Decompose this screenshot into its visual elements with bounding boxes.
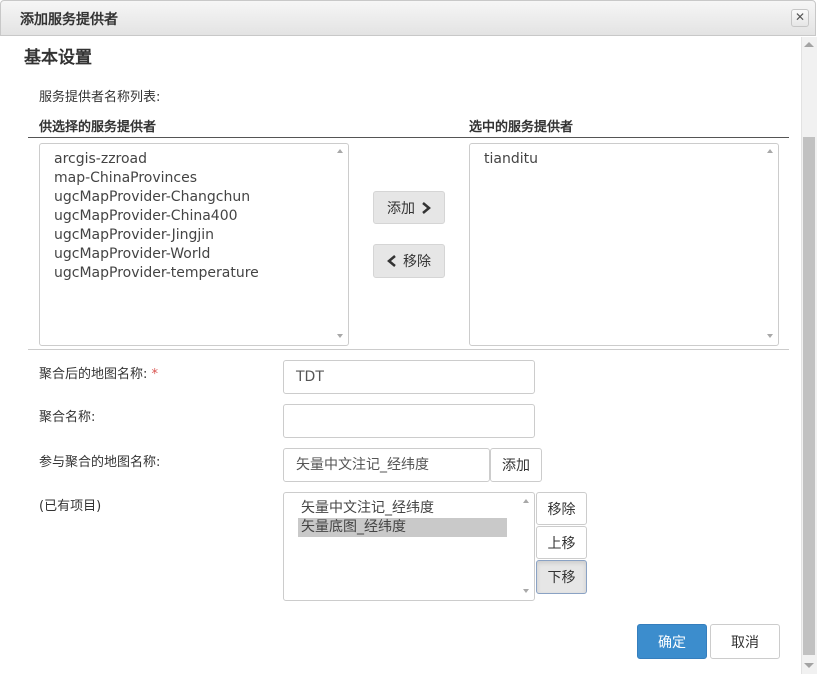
participating-map-input[interactable]: 矢量中文注记_经纬度	[283, 448, 490, 482]
list-scroll-up-icon[interactable]	[767, 149, 773, 153]
selected-providers-list[interactable]	[469, 143, 779, 346]
remove-provider-button[interactable]: 移除	[373, 244, 445, 278]
close-button[interactable]: ✕	[791, 9, 809, 27]
list-item[interactable]: map-ChinaProvinces	[54, 169, 259, 188]
divider	[28, 349, 789, 350]
add-provider-label: 添加	[387, 200, 415, 217]
list-item[interactable]: arcgis-zzroad	[54, 150, 259, 169]
list-scroll-up-icon[interactable]	[337, 149, 343, 153]
scroll-down-arrow-icon[interactable]	[804, 663, 814, 668]
move-down-button[interactable]: 下移	[536, 560, 587, 594]
available-providers-header: 供选择的服务提供者	[39, 120, 157, 135]
required-mark: *	[151, 367, 159, 382]
list-scroll-down-icon[interactable]	[337, 334, 343, 338]
chevron-left-icon	[387, 255, 396, 267]
confirm-button[interactable]: 确定	[637, 624, 707, 659]
scroll-up-arrow-icon[interactable]	[804, 42, 814, 47]
aggregated-map-name-input[interactable]: TDT	[283, 360, 535, 394]
provider-list-caption: 服务提供者名称列表:	[39, 90, 161, 105]
section-title: 基本设置	[24, 48, 92, 68]
cancel-button[interactable]: 取消	[710, 624, 780, 659]
add-map-button[interactable]: 添加	[490, 448, 542, 482]
list-item[interactable]: ugcMapProvider-World	[54, 245, 259, 264]
remove-provider-label: 移除	[403, 254, 431, 270]
selected-providers-header: 选中的服务提供者	[469, 120, 574, 135]
list-item[interactable]: ugcMapProvider-temperature	[54, 264, 259, 283]
list-item[interactable]: ugcMapProvider-Changchun	[54, 188, 259, 207]
move-up-button[interactable]: 上移	[536, 526, 587, 559]
existing-items-label: (已有项目)	[39, 499, 102, 514]
dialog-title: 添加服务提供者	[20, 12, 118, 28]
existing-items: 矢量中文注记_经纬度 矢量底图_经纬度	[298, 499, 507, 537]
close-icon: ✕	[794, 10, 806, 24]
list-item[interactable]: 矢量中文注记_经纬度	[298, 499, 507, 518]
available-providers-items: arcgis-zzroad map-ChinaProvinces ugcMapP…	[54, 150, 259, 283]
list-item[interactable]: ugcMapProvider-Jingjin	[54, 226, 259, 245]
list-scroll-up-icon[interactable]	[523, 499, 529, 503]
dialog-scrollbar-thumb[interactable]	[803, 137, 815, 655]
remove-item-button[interactable]: 移除	[536, 492, 587, 525]
list-item[interactable]: tianditu	[484, 150, 538, 169]
dialog-title-bar	[0, 0, 816, 36]
selected-providers-items: tianditu	[484, 150, 538, 169]
list-scroll-down-icon[interactable]	[767, 334, 773, 338]
participating-map-label: 参与聚合的地图名称:	[39, 455, 161, 470]
aggregated-map-name-label: 聚合后的地图名称: *	[39, 363, 158, 382]
list-scroll-down-icon[interactable]	[523, 589, 529, 593]
list-item-selected[interactable]: 矢量底图_经纬度	[298, 518, 507, 537]
add-provider-button[interactable]: 添加	[373, 191, 445, 224]
aggregation-name-label: 聚合名称:	[39, 410, 96, 425]
chevron-right-icon	[422, 201, 431, 214]
aggregated-map-name-label-text: 聚合后的地图名称:	[39, 367, 148, 382]
list-item[interactable]: ugcMapProvider-China400	[54, 207, 259, 226]
aggregation-name-input[interactable]	[283, 404, 535, 438]
